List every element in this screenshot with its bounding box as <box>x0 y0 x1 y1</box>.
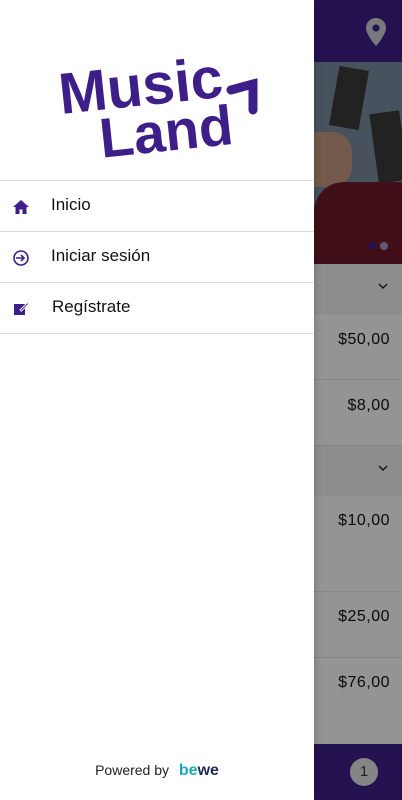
drawer-scrim[interactable] <box>314 0 402 800</box>
powered-by-text: Powered by <box>95 762 170 778</box>
menu-item-iniciar-sesion[interactable]: Iniciar sesión <box>0 232 314 283</box>
login-icon <box>13 250 29 266</box>
menu-item-label: Inicio <box>51 195 91 214</box>
drawer-menu: Inicio Iniciar sesión Regístrate <box>0 180 314 334</box>
logo-line2: Land <box>96 93 236 165</box>
home-icon <box>13 200 29 214</box>
bewe-logo[interactable]: bewe <box>179 762 219 779</box>
menu-item-inicio[interactable]: Inicio <box>0 181 314 232</box>
menu-item-label: Regístrate <box>52 297 131 316</box>
music-land-logo: Music Land <box>56 50 258 165</box>
edit-icon <box>14 301 30 315</box>
powered-by-footer: Powered by bewe <box>0 762 314 780</box>
navigation-drawer: Music Land Inicio Iniciar sesión Regístr… <box>0 0 314 800</box>
menu-item-label: Iniciar sesión <box>51 246 151 265</box>
menu-item-registrate[interactable]: Regístrate <box>0 283 314 334</box>
